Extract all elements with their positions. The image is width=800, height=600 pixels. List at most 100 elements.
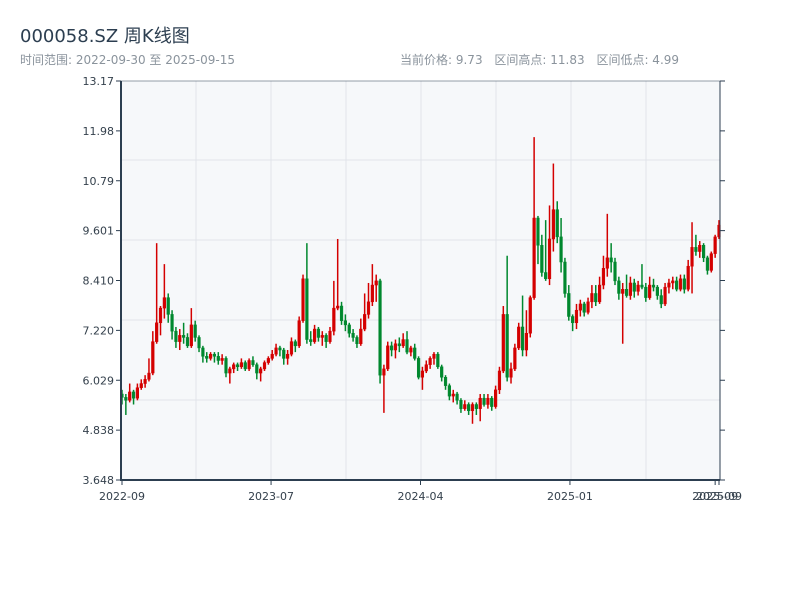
y-tick-label: 6.029 bbox=[83, 374, 115, 387]
candle-up bbox=[432, 353, 436, 359]
x-tick-label: 2022-09 bbox=[99, 490, 145, 503]
candle-down bbox=[694, 247, 698, 252]
candle-up bbox=[517, 326, 521, 349]
candle-up bbox=[497, 370, 502, 391]
candle-down bbox=[293, 341, 297, 347]
x-tick-label: 2025-09 bbox=[696, 490, 742, 503]
candle-down bbox=[390, 345, 394, 351]
candle-up bbox=[513, 347, 517, 370]
candle-up bbox=[239, 362, 243, 368]
candle-up bbox=[155, 322, 159, 342]
candle-down bbox=[613, 261, 617, 282]
candle-down bbox=[555, 209, 559, 238]
candle-up bbox=[509, 368, 513, 378]
candle-up bbox=[690, 247, 694, 267]
candle-down bbox=[243, 362, 247, 370]
candle-down bbox=[571, 316, 575, 324]
candle-down bbox=[675, 280, 679, 290]
candle-down bbox=[436, 353, 440, 368]
candle-up bbox=[470, 404, 475, 412]
candle-up bbox=[232, 364, 236, 370]
candle-up bbox=[424, 364, 428, 372]
candle-down bbox=[255, 364, 259, 374]
candle-down bbox=[505, 314, 509, 378]
candle-up bbox=[636, 284, 640, 292]
candle-down bbox=[540, 245, 544, 273]
candle-up bbox=[312, 328, 317, 342]
candle-down bbox=[455, 393, 459, 401]
candle-down bbox=[347, 324, 351, 334]
candle-up bbox=[601, 268, 606, 286]
candle-down bbox=[459, 400, 463, 409]
candle-up bbox=[332, 307, 336, 332]
candle-up bbox=[178, 335, 182, 342]
candle-up bbox=[524, 333, 529, 351]
candle-up bbox=[713, 236, 717, 254]
x-tick-label: 2025-01 bbox=[547, 490, 593, 503]
candle-down bbox=[705, 257, 710, 271]
candle-up bbox=[382, 368, 386, 376]
candle-up bbox=[363, 314, 367, 330]
candle-up bbox=[598, 284, 602, 303]
candle-down bbox=[224, 358, 228, 374]
candle-up bbox=[698, 245, 702, 252]
y-tick-label: 10.79 bbox=[83, 175, 115, 188]
candle-up bbox=[663, 286, 667, 305]
candle-down bbox=[567, 293, 571, 317]
candle-up bbox=[220, 358, 224, 361]
candle-down bbox=[305, 278, 309, 340]
candle-up bbox=[428, 358, 432, 365]
candle-down bbox=[467, 404, 471, 412]
candle-up bbox=[547, 238, 552, 280]
candle-up bbox=[162, 297, 166, 309]
candle-down bbox=[659, 295, 663, 305]
candle-up bbox=[262, 362, 267, 370]
candle-up bbox=[189, 324, 193, 347]
candle-up bbox=[667, 282, 671, 288]
candle-down bbox=[416, 358, 421, 378]
candle-up bbox=[420, 370, 425, 378]
candle-up bbox=[208, 353, 213, 359]
candle-down bbox=[482, 397, 486, 405]
candle-down bbox=[316, 328, 321, 338]
candle-down bbox=[632, 282, 636, 292]
candle-up bbox=[393, 343, 398, 351]
candle-up bbox=[605, 257, 609, 269]
candle-up bbox=[158, 307, 163, 324]
candle-up bbox=[374, 280, 378, 286]
candle-down bbox=[205, 356, 209, 359]
y-tick-label: 11.98 bbox=[83, 125, 115, 138]
candle-down bbox=[617, 280, 621, 294]
candle-up bbox=[320, 335, 324, 338]
candle-up bbox=[143, 379, 147, 384]
candle-down bbox=[193, 324, 197, 338]
candle-down bbox=[124, 397, 128, 401]
y-tick-label: 4.838 bbox=[83, 424, 115, 437]
candle-down bbox=[544, 272, 548, 280]
y-tick-label: 7.220 bbox=[83, 324, 115, 337]
candle-up bbox=[628, 282, 633, 296]
y-tick-label: 9.601 bbox=[83, 225, 115, 238]
candle-down bbox=[640, 284, 644, 288]
candle-up bbox=[401, 339, 405, 347]
candle-down bbox=[624, 289, 629, 296]
candle-up bbox=[686, 265, 690, 290]
candle-down bbox=[355, 337, 359, 344]
candle-down bbox=[490, 397, 494, 407]
candle-up bbox=[336, 305, 340, 309]
candle-down bbox=[701, 245, 706, 259]
candle-down bbox=[559, 236, 563, 263]
y-tick-label: 13.17 bbox=[83, 75, 115, 88]
candle-up bbox=[463, 404, 467, 409]
candle-down bbox=[197, 337, 201, 349]
candle-up bbox=[359, 328, 363, 344]
candle-up bbox=[289, 341, 294, 355]
candle-down bbox=[443, 377, 448, 386]
candle-up bbox=[451, 393, 455, 397]
candle-down bbox=[235, 364, 240, 368]
candle-up bbox=[266, 358, 270, 363]
candle-up bbox=[409, 347, 413, 353]
candle-up bbox=[648, 284, 652, 298]
candle-down bbox=[609, 257, 613, 263]
candle-down bbox=[644, 286, 648, 298]
